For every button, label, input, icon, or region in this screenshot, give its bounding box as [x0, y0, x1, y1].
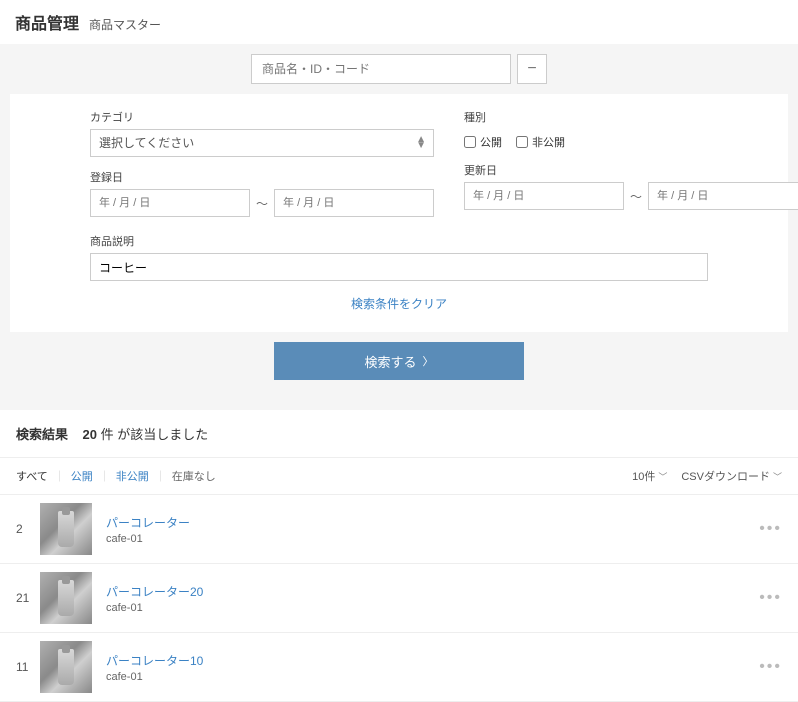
disclosure-label: 種別	[464, 109, 798, 125]
row-actions-button[interactable]: •••	[759, 658, 782, 676]
row-id: 2	[16, 522, 40, 536]
upd-date-label: 更新日	[464, 162, 798, 178]
desc-input[interactable]	[90, 253, 708, 281]
product-thumbnail[interactable]	[40, 641, 92, 693]
filter-panel: カテゴリ 選択してください ▲▼ 登録日 〜	[10, 94, 788, 332]
tilde: 〜	[630, 188, 642, 205]
row-id: 11	[16, 660, 40, 674]
product-code: cafe-01	[106, 533, 190, 545]
page-subtitle: 商品マスター	[89, 16, 161, 33]
private-checkbox-label[interactable]: 非公開	[516, 134, 565, 150]
row-id: 21	[16, 591, 40, 605]
toggle-filter-button[interactable]: −	[517, 54, 547, 84]
chevron-down-icon: ﹀	[773, 470, 782, 483]
reg-date-to-input[interactable]	[274, 189, 434, 217]
row-actions-button[interactable]: •••	[759, 520, 782, 538]
keyword-input[interactable]	[251, 54, 511, 84]
private-checkbox[interactable]	[516, 136, 528, 148]
upd-date-to-input[interactable]	[648, 182, 798, 210]
product-thumbnail[interactable]	[40, 572, 92, 624]
table-row: 11 パーコレーター10 cafe-01 •••	[0, 633, 798, 702]
chevron-right-icon: 〉	[423, 353, 434, 369]
chevron-down-icon: ﹀	[658, 470, 667, 483]
public-checkbox[interactable]	[464, 136, 476, 148]
results-toolbar: すべて ｜ 公開 ｜ 非公開 ｜ 在庫なし 10件 ﹀ CSVダウンロード ﹀	[0, 458, 798, 495]
filter-public-link[interactable]: 公開	[71, 468, 93, 484]
tilde: 〜	[256, 195, 268, 212]
category-label: カテゴリ	[90, 109, 434, 125]
table-row: 2 パーコレーター cafe-01 •••	[0, 495, 798, 564]
search-area: − カテゴリ 選択してください ▲▼ 登録日 〜	[0, 44, 798, 400]
product-code: cafe-01	[106, 602, 203, 614]
desc-label: 商品説明	[90, 233, 708, 249]
upd-date-from-input[interactable]	[464, 182, 624, 210]
filter-outofstock-link[interactable]: 在庫なし	[172, 468, 216, 484]
product-name-link[interactable]: パーコレーター20	[106, 583, 203, 600]
product-thumbnail[interactable]	[40, 503, 92, 555]
public-checkbox-label[interactable]: 公開	[464, 134, 502, 150]
page-header: 商品管理 商品マスター	[0, 0, 798, 44]
results-panel: 検索結果 20 件 が該当しました すべて ｜ 公開 ｜ 非公開 ｜ 在庫なし …	[0, 410, 798, 702]
row-actions-button[interactable]: •••	[759, 589, 782, 607]
filter-private-link[interactable]: 非公開	[116, 468, 149, 484]
table-row: 21 パーコレーター20 cafe-01 •••	[0, 564, 798, 633]
results-title: 検索結果	[16, 427, 68, 442]
category-select[interactable]: 選択してください	[90, 129, 434, 157]
per-page-dropdown[interactable]: 10件 ﹀	[632, 468, 667, 484]
product-code: cafe-01	[106, 671, 203, 683]
csv-download-dropdown[interactable]: CSVダウンロード ﹀	[681, 468, 782, 484]
search-button[interactable]: 検索する 〉	[274, 342, 524, 380]
filter-links: すべて ｜ 公開 ｜ 非公開 ｜ 在庫なし	[16, 468, 216, 484]
results-count-unit: 件	[101, 427, 114, 442]
page-title: 商品管理	[15, 10, 79, 34]
reg-date-from-input[interactable]	[90, 189, 250, 217]
results-header: 検索結果 20 件 が該当しました	[0, 410, 798, 458]
clear-filters-link[interactable]: 検索条件をクリア	[351, 297, 447, 311]
reg-date-label: 登録日	[90, 169, 434, 185]
results-count-suffix: が該当しました	[117, 427, 208, 442]
product-name-link[interactable]: パーコレーター	[106, 514, 190, 531]
product-name-link[interactable]: パーコレーター10	[106, 652, 203, 669]
results-count: 20	[82, 427, 96, 442]
filter-all-link[interactable]: すべて	[16, 468, 48, 484]
